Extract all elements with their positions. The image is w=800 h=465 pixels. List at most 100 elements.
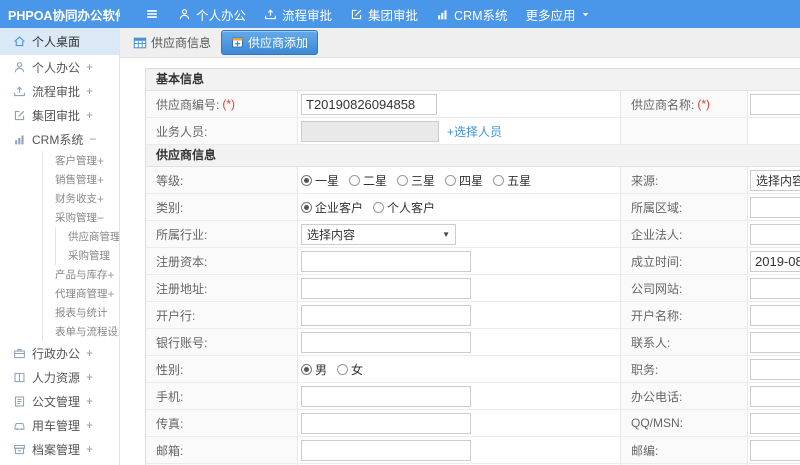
form-row: 邮箱: 邮编: — [146, 437, 800, 464]
sidebar-item-label: 客户管理 — [55, 155, 97, 167]
field-label-supplier-name: 供应商名称: (*) — [621, 91, 748, 117]
expand-icon[interactable]: + — [97, 174, 104, 186]
founded-date-input[interactable] — [750, 250, 800, 272]
top-menu-workflow-approval[interactable]: 流程审批 — [255, 0, 341, 28]
level-option-2[interactable]: 三星 — [397, 172, 435, 189]
radio-icon — [445, 174, 457, 186]
sidebar-item-form-flow-settings[interactable]: 表单与流程设置+ — [43, 322, 119, 341]
sidebar-item-agent-mgmt[interactable]: 代理商管理 + — [43, 284, 119, 303]
field-label-bank-account: 银行账号: — [146, 329, 298, 355]
supplier-name-input[interactable] — [750, 93, 800, 115]
sidebar-item-reports-stats[interactable]: 报表与统计 — [43, 303, 119, 322]
expand-icon[interactable]: + — [86, 371, 93, 383]
expand-icon[interactable]: + — [86, 109, 93, 121]
sidebar-item-admin-office[interactable]: 行政办公 + — [0, 341, 119, 365]
top-menu-label: 流程审批 — [282, 8, 333, 23]
website-input[interactable] — [750, 277, 800, 299]
field-cell-email — [298, 437, 621, 463]
sidebar-item-human-resources[interactable]: 人力资源 + — [0, 365, 119, 389]
field-cell-source: 选择内容▼ — [748, 167, 800, 193]
level-option-4[interactable]: 五星 — [493, 172, 531, 189]
office-phone-input[interactable] — [750, 385, 800, 407]
radio-label: 企业客户 — [315, 200, 364, 215]
supplier-no-input[interactable] — [301, 93, 437, 115]
expand-icon[interactable]: + — [97, 193, 104, 205]
tab-supplier-add[interactable]: 供应商添加 — [221, 30, 319, 55]
sidebar-item-supplier-mgmt[interactable]: 供应商管理 — [56, 227, 119, 246]
expand-icon[interactable]: + — [86, 395, 93, 407]
field-label-reg-capital: 注册资本: — [146, 248, 298, 274]
position-input[interactable] — [750, 358, 800, 380]
expand-icon[interactable]: + — [86, 61, 93, 73]
mobile-input[interactable] — [301, 385, 471, 407]
sidebar-item-workflow-approval[interactable]: 流程审批 + — [0, 79, 119, 103]
level-option-3[interactable]: 四星 — [445, 172, 483, 189]
top-menu-more-apps[interactable]: 更多应用 — [517, 0, 599, 28]
sidebar-item-sales-mgmt[interactable]: 销售管理 + — [43, 170, 119, 189]
top-menu-group-approval[interactable]: 集团审批 — [341, 0, 427, 28]
sidebar-item-archive-mgmt[interactable]: 档案管理 + — [0, 437, 119, 461]
contact-input[interactable] — [750, 331, 800, 353]
tab-label: 供应商添加 — [248, 36, 309, 50]
account-name-input[interactable] — [750, 304, 800, 326]
expand-icon[interactable]: + — [108, 269, 115, 281]
expand-icon[interactable]: + — [86, 419, 93, 431]
sidebar-item-personal-desktop[interactable]: 个人桌面 — [0, 28, 119, 55]
gender-option-0[interactable]: 男 — [301, 361, 327, 378]
reg-address-input[interactable] — [301, 277, 471, 299]
source-select[interactable]: 选择内容▼ — [750, 169, 800, 191]
archive-icon — [13, 443, 26, 456]
radio-label: 男 — [315, 362, 328, 377]
region-input[interactable] — [750, 196, 800, 218]
form-row: 银行账号: 联系人: — [146, 329, 800, 356]
bank-account-input[interactable] — [301, 331, 471, 353]
sidebar-item-document-mgmt[interactable]: 公文管理 + — [0, 389, 119, 413]
sidebar-item-customer-mgmt[interactable]: 客户管理 + — [43, 151, 119, 170]
category-option-1[interactable]: 个人客户 — [373, 199, 435, 216]
expand-icon[interactable]: + — [86, 85, 93, 97]
expand-icon[interactable]: + — [108, 288, 115, 300]
radio-icon — [337, 363, 349, 375]
legal-person-input[interactable] — [750, 223, 800, 245]
tab-supplier-info[interactable]: 供应商信息 — [133, 34, 211, 51]
level-option-0[interactable]: 一星 — [301, 172, 339, 189]
field-label-founded-date: 成立时间: — [621, 248, 748, 274]
expand-icon[interactable]: + — [86, 443, 93, 455]
sidebar-item-label: CRM系统 — [32, 132, 84, 147]
radio-label: 三星 — [411, 173, 436, 188]
fax-input[interactable] — [301, 412, 471, 434]
sidebar-item-personal-office[interactable]: 个人办公 + — [0, 55, 119, 79]
edit-icon — [13, 109, 26, 122]
expand-icon[interactable]: + — [86, 347, 93, 359]
sidebar-item-vehicle-mgmt[interactable]: 用车管理 + — [0, 413, 119, 437]
sidebar-item-label: 人力资源 — [32, 370, 81, 385]
sidebar-item-group-approval[interactable]: 集团审批 + — [0, 103, 119, 127]
top-menu-personal-office[interactable]: 个人办公 — [169, 0, 255, 28]
sidebar-item-purchasing[interactable]: 采购管理 — [56, 246, 119, 265]
top-menu-crm-system[interactable]: CRM系统 — [427, 0, 516, 28]
field-label-supplier-no: 供应商编号: (*) — [146, 91, 298, 117]
category-option-0[interactable]: 企业客户 — [301, 199, 363, 216]
sidebar-item-finance-mgmt[interactable]: 财务收支 + — [43, 189, 119, 208]
zip-input[interactable] — [750, 439, 800, 461]
collapse-icon[interactable]: − — [89, 133, 96, 145]
sidebar-item-purchase-mgmt[interactable]: 采购管理 − — [43, 208, 119, 227]
bank-input[interactable] — [301, 304, 471, 326]
qq-msn-input[interactable] — [750, 412, 800, 434]
business-person-picker-link[interactable]: +选择人员 — [447, 123, 502, 140]
email-input[interactable] — [301, 439, 471, 461]
sidebar-item-crm-system[interactable]: CRM系统 − — [0, 127, 119, 151]
label-text: 职务: — [631, 362, 659, 377]
industry-select[interactable]: 选择内容 ▼ — [301, 223, 456, 245]
level-option-1[interactable]: 二星 — [349, 172, 387, 189]
sidebar-item-product-inventory[interactable]: 产品与库存 + — [43, 265, 119, 284]
expand-icon[interactable]: + — [97, 155, 104, 167]
gender-option-1[interactable]: 女 — [337, 361, 363, 378]
field-cell-account-name — [748, 302, 800, 328]
hamburger-menu-icon[interactable] — [145, 7, 159, 21]
label-text: QQ/MSN: — [631, 416, 684, 430]
form-add-icon — [231, 36, 244, 49]
reg-capital-input[interactable] — [301, 250, 471, 272]
collapse-icon[interactable]: − — [97, 212, 104, 224]
field-label-position: 职务: — [621, 356, 748, 382]
